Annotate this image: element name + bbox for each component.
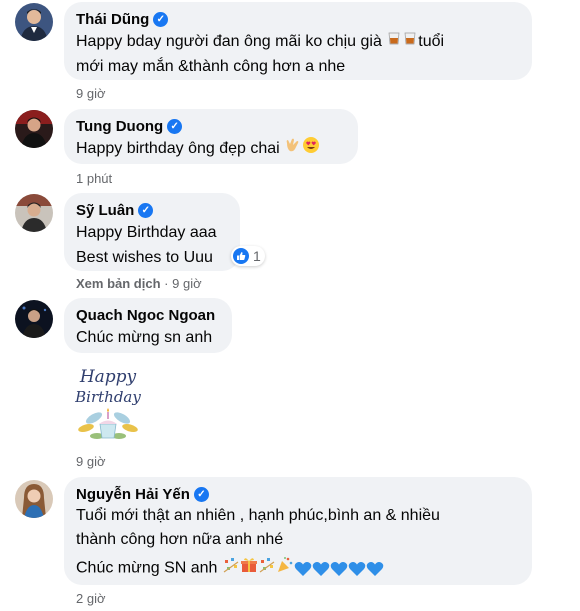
comment-text-line3: Chúc mừng SN anh (76, 556, 520, 581)
confetti-icon (258, 556, 276, 581)
commenter-name[interactable]: Tung Duong ✓ (76, 117, 346, 136)
avatar[interactable] (15, 480, 53, 518)
blue-heart-icon (294, 561, 312, 577)
comment-text: Happy birthday ông đẹp chai (76, 136, 346, 162)
meta-separator: · (164, 276, 169, 291)
blue-heart-icon (348, 561, 366, 577)
comment-timestamp[interactable]: 9 giờ (172, 276, 202, 291)
comment-text: Chúc mừng sn anh (76, 329, 213, 346)
commenter-name[interactable]: Thái Dũng ✓ (76, 10, 520, 29)
translate-link[interactable]: Xem bản dịch (76, 276, 161, 291)
comment-timestamp[interactable]: 1 phút (76, 171, 112, 186)
comment-bubble: Tung Duong ✓ Happy birthday ông đẹp chai (64, 109, 358, 164)
heart-eyes-icon (302, 136, 320, 162)
comment-text: Happy bday người đan ông mãi ko chịu già… (76, 29, 520, 79)
avatar[interactable] (15, 110, 53, 148)
avatar[interactable] (15, 194, 53, 232)
comment-meta: Xem bản dịch · 9 giờ (76, 276, 202, 291)
reaction-summary[interactable]: 1 (231, 246, 265, 266)
sticker-happy-text: Happy (79, 367, 137, 387)
comment-text: Happy Birthday aaa Best wishes to Uuu (76, 224, 217, 266)
commenter-name[interactable]: Nguyễn Hải Yến ✓ (76, 485, 520, 504)
gift-icon (240, 556, 258, 581)
comment-timestamp[interactable]: 9 giờ (76, 454, 106, 469)
verified-badge-icon: ✓ (153, 12, 169, 27)
whisky-glass-icon (386, 29, 402, 54)
party-popper-icon (276, 556, 294, 581)
happy-birthday-sticker[interactable]: Happy Birthday (62, 362, 154, 448)
avatar[interactable] (15, 3, 53, 41)
verified-badge-icon: ✓ (193, 487, 209, 502)
comment-bubble: Nguyễn Hải Yến ✓ Tuổi mới thật an nhiên … (64, 477, 532, 585)
comment-bubble: Thái Dũng ✓ Happy bday người đan ông mãi… (64, 2, 532, 80)
commenter-name[interactable]: Quach Ngoc Ngoan (76, 306, 220, 325)
avatar[interactable] (15, 300, 53, 338)
call-me-hand-icon (284, 136, 302, 162)
comment-timestamp[interactable]: 9 giờ (76, 86, 106, 101)
like-reaction-icon (233, 248, 249, 264)
comment-bubble: Sỹ Luân ✓ Happy Birthday aaa Best wishes… (64, 193, 240, 271)
blue-heart-icon (330, 561, 348, 577)
verified-badge-icon: ✓ (138, 203, 154, 218)
comment-timestamp[interactable]: 2 giờ (76, 591, 106, 606)
confetti-icon (222, 556, 240, 581)
commenter-name[interactable]: Sỹ Luân ✓ (76, 201, 228, 220)
verified-badge-icon: ✓ (167, 119, 183, 134)
comment-bubble: Quach Ngoc Ngoan Chúc mừng sn anh (64, 298, 232, 353)
sticker-birthday-text: Birthday (74, 388, 141, 406)
whisky-glass-icon (402, 29, 418, 54)
blue-heart-icon (366, 561, 384, 577)
comment-text: Tuổi mới thật an nhiên , hạnh phúc,bình … (76, 507, 440, 548)
blue-heart-icon (312, 561, 330, 577)
reaction-count: 1 (253, 248, 261, 264)
